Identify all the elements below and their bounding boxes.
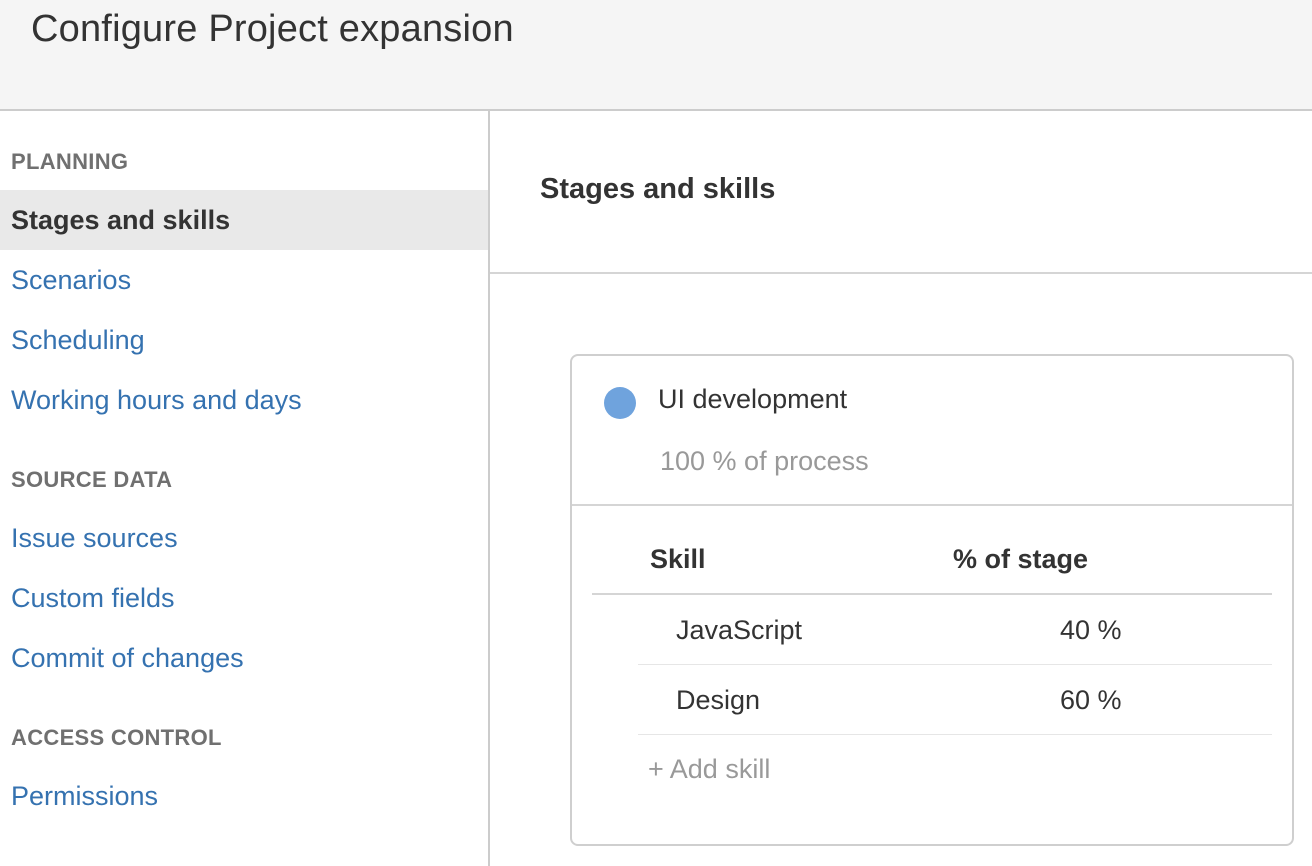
sidebar-item-scenarios[interactable]: Scenarios (0, 250, 488, 310)
skill-percent[interactable]: 40 % (1060, 615, 1122, 646)
sidebar-item-scheduling[interactable]: Scheduling (0, 310, 488, 370)
sidebar: PLANNING Stages and skills Scenarios Sch… (0, 111, 490, 866)
stage-name[interactable]: UI development (658, 384, 847, 415)
column-header-percent: % of stage (953, 544, 1089, 574)
page-header: Configure Project expansion (0, 0, 1312, 111)
card-divider (572, 504, 1292, 506)
section-heading-access-control: ACCESS CONTROL (11, 725, 222, 750)
column-header-skill: Skill (650, 544, 706, 574)
stage-percent: 100 % of process (660, 446, 869, 476)
stage-color-dot[interactable] (604, 387, 636, 419)
add-skill-button[interactable]: + Add skill (648, 754, 770, 785)
stage-card: UI development 100 % of process Skill % … (570, 354, 1294, 846)
sidebar-item-permissions[interactable]: Permissions (0, 766, 488, 826)
table-row[interactable]: Design 60 % (638, 665, 1272, 735)
section-heading-source-data: SOURCE DATA (11, 467, 173, 492)
sidebar-item-custom-fields[interactable]: Custom fields (0, 568, 488, 628)
page-title: Configure Project expansion (31, 8, 514, 50)
skill-percent[interactable]: 60 % (1060, 685, 1122, 716)
sidebar-item-issue-sources[interactable]: Issue sources (0, 508, 488, 568)
sidebar-item-working-hours-and-days[interactable]: Working hours and days (0, 370, 488, 430)
sidebar-item-commit-of-changes[interactable]: Commit of changes (0, 628, 488, 688)
section-heading-planning: PLANNING (11, 149, 129, 174)
table-row[interactable]: JavaScript 40 % (638, 595, 1272, 665)
title-divider (490, 272, 1312, 274)
section-title: Stages and skills (540, 173, 776, 205)
skill-name[interactable]: Design (676, 685, 760, 716)
sidebar-item-stages-and-skills[interactable]: Stages and skills (0, 190, 488, 250)
skill-name[interactable]: JavaScript (676, 615, 802, 646)
main-content: Stages and skills UI development 100 % o… (490, 111, 1312, 866)
